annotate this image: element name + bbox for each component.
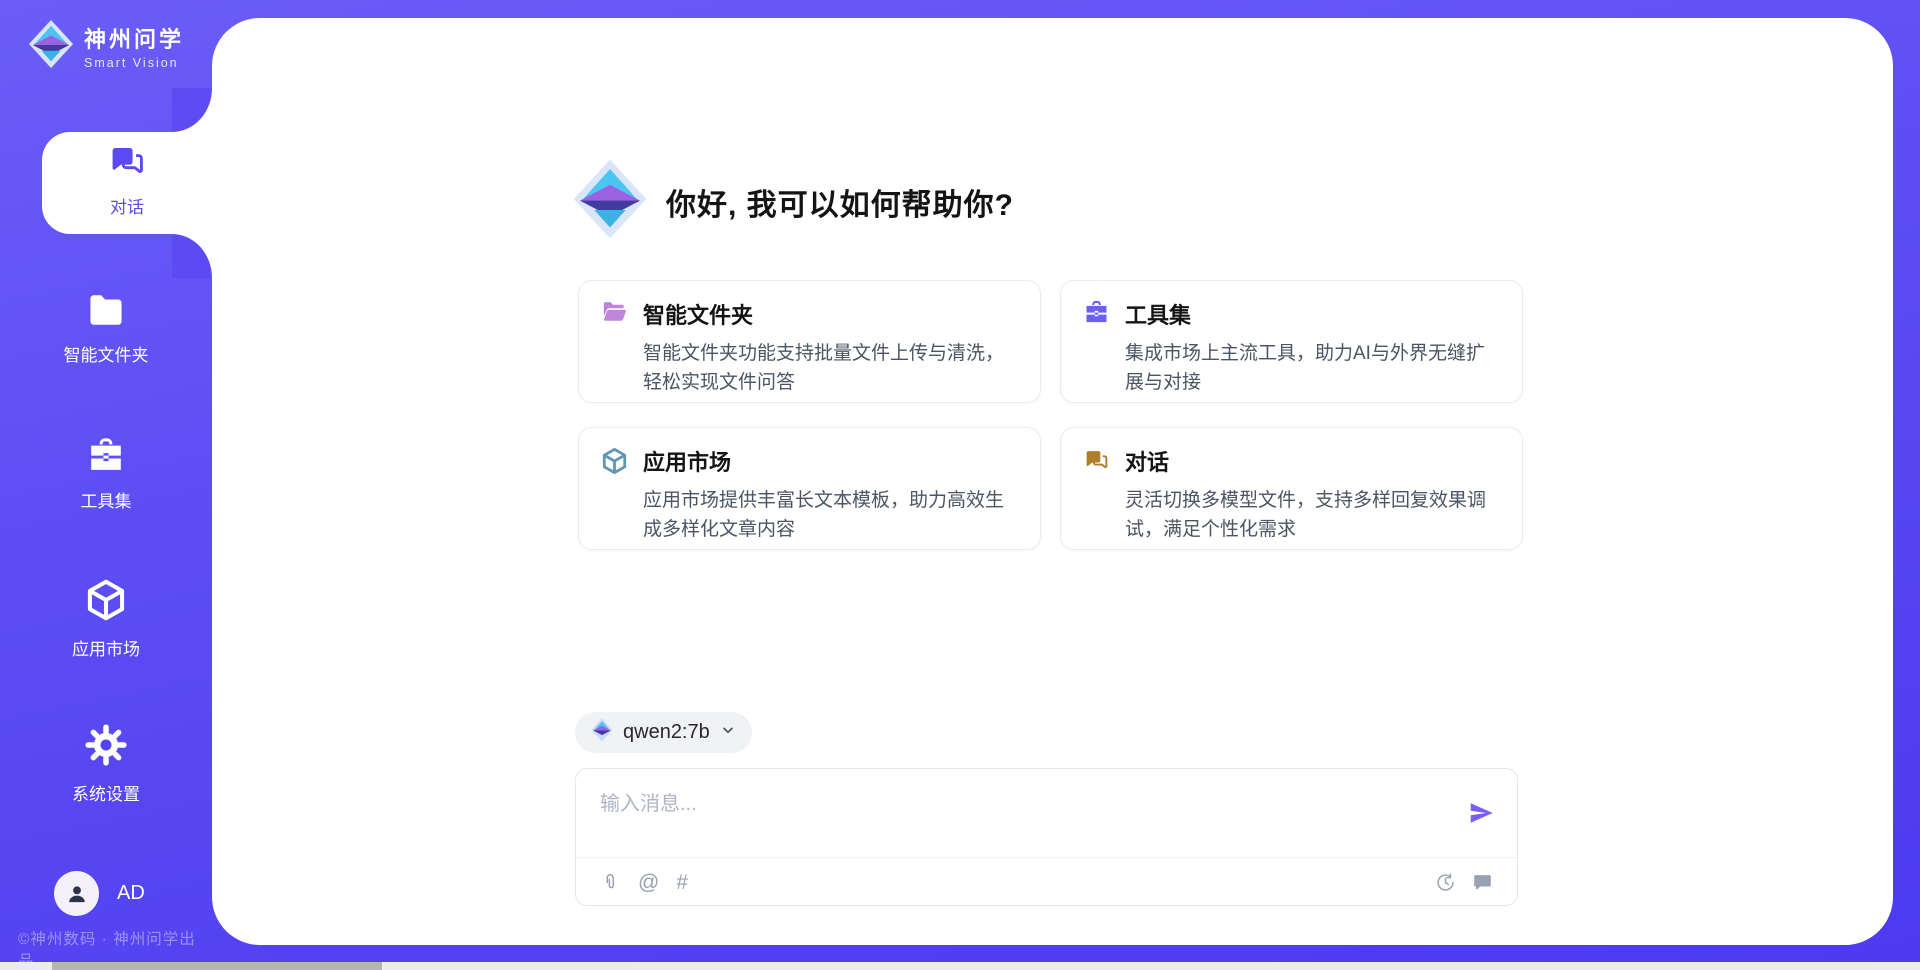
sidebar-item-label: 系统设置 bbox=[0, 780, 212, 805]
sidebar-item-label: 工具集 bbox=[0, 487, 212, 512]
greeting-title: 你好, 我可以如何帮助你? bbox=[666, 180, 1014, 224]
message-icon[interactable] bbox=[1472, 872, 1493, 893]
sidebar-item-label: 应用市场 bbox=[0, 635, 212, 660]
at-icon[interactable]: @ bbox=[638, 872, 659, 893]
user-account[interactable]: AD bbox=[54, 871, 145, 916]
paperclip-icon[interactable] bbox=[600, 872, 621, 893]
horizontal-scrollbar bbox=[0, 962, 1920, 970]
card-title: 应用市场 bbox=[643, 450, 731, 475]
bump-curve-bottom bbox=[172, 234, 212, 278]
app-screen: 神州问学 Smart Vision 对话 智能文件夹 bbox=[0, 0, 1920, 970]
sidebar-item-label: 对话 bbox=[42, 193, 212, 218]
message-input[interactable] bbox=[600, 787, 1440, 849]
card-description: 集成市场上主流工具，助力AI与外界无缝扩展与对接 bbox=[1125, 339, 1500, 397]
feature-cards: 智能文件夹 智能文件夹功能支持批量文件上传与清洗，轻松实现文件问答 工具集 集成… bbox=[578, 280, 1523, 550]
cube-icon bbox=[601, 445, 628, 532]
card-description: 应用市场提供丰富长文本模板，助力高效生成多样化文章内容 bbox=[643, 486, 1018, 544]
card-description: 灵活切换多模型文件，支持多样回复效果调试，满足个性化需求 bbox=[1125, 486, 1500, 544]
toolbar-left: @ # bbox=[600, 872, 688, 893]
sidebar-item-app-market[interactable]: 应用市场 bbox=[0, 578, 212, 660]
brand-diamond-logo-icon bbox=[28, 18, 74, 75]
card-app-market[interactable]: 应用市场 应用市场提供丰富长文本模板，助力高效生成多样化文章内容 bbox=[578, 427, 1041, 550]
sidebar-item-smart-folder[interactable]: 智能文件夹 bbox=[0, 292, 212, 366]
brand: 神州问学 Smart Vision bbox=[28, 18, 212, 75]
user-name: AD bbox=[117, 882, 145, 905]
card-body: 应用市场 应用市场提供丰富长文本模板，助力高效生成多样化文章内容 bbox=[643, 445, 1018, 532]
card-title: 智能文件夹 bbox=[643, 303, 753, 328]
chat-icon bbox=[1083, 445, 1110, 532]
sidebar-item-toolset[interactable]: 工具集 bbox=[0, 437, 212, 512]
model-name: qwen2:7b bbox=[623, 721, 710, 744]
bump-curve-top bbox=[172, 88, 212, 132]
model-diamond-logo-icon bbox=[591, 718, 613, 747]
chat-icon bbox=[107, 142, 147, 185]
sidebar: 神州问学 Smart Vision 对话 智能文件夹 bbox=[0, 0, 212, 970]
card-body: 对话 灵活切换多模型文件，支持多样回复效果调试，满足个性化需求 bbox=[1125, 445, 1500, 532]
card-body: 智能文件夹 智能文件夹功能支持批量文件上传与清洗，轻松实现文件问答 bbox=[643, 298, 1018, 385]
card-toolset[interactable]: 工具集 集成市场上主流工具，助力AI与外界无缝扩展与对接 bbox=[1060, 280, 1523, 403]
brand-text: 神州问学 Smart Vision bbox=[84, 22, 212, 72]
card-chat[interactable]: 对话 灵活切换多模型文件，支持多样回复效果调试，满足个性化需求 bbox=[1060, 427, 1523, 550]
sidebar-item-label: 智能文件夹 bbox=[0, 341, 212, 366]
folder-icon bbox=[86, 292, 126, 333]
greeting-diamond-logo-icon bbox=[572, 158, 648, 245]
card-title: 工具集 bbox=[1125, 303, 1191, 328]
card-description: 智能文件夹功能支持批量文件上传与清洗，轻松实现文件问答 bbox=[643, 339, 1018, 397]
card-body: 工具集 集成市场上主流工具，助力AI与外界无缝扩展与对接 bbox=[1125, 298, 1500, 385]
send-icon[interactable] bbox=[1467, 799, 1495, 827]
greeting: 你好, 我可以如何帮助你? bbox=[572, 158, 1014, 245]
briefcase-icon bbox=[1083, 298, 1110, 385]
cube-icon bbox=[85, 578, 127, 627]
horizontal-scrollbar-thumb[interactable] bbox=[52, 962, 382, 970]
toolbar-right bbox=[1435, 872, 1493, 893]
message-composer: @ # bbox=[575, 768, 1518, 906]
hash-icon[interactable]: # bbox=[676, 872, 688, 893]
folder-open-icon bbox=[601, 298, 628, 385]
avatar bbox=[54, 871, 99, 916]
sidebar-item-settings[interactable]: 系统设置 bbox=[0, 723, 212, 805]
gear-icon bbox=[84, 723, 128, 772]
chevron-down-icon bbox=[720, 722, 736, 743]
card-smart-folder[interactable]: 智能文件夹 智能文件夹功能支持批量文件上传与清洗，轻松实现文件问答 bbox=[578, 280, 1041, 403]
history-icon[interactable] bbox=[1435, 872, 1456, 893]
card-title: 对话 bbox=[1125, 450, 1169, 475]
model-selector[interactable]: qwen2:7b bbox=[575, 712, 752, 753]
composer-toolbar: @ # bbox=[600, 858, 1493, 906]
brand-name: 神州问学 bbox=[84, 27, 184, 52]
brand-subtitle: Smart Vision bbox=[84, 56, 179, 70]
briefcase-icon bbox=[86, 437, 126, 479]
sidebar-item-chat[interactable]: 对话 bbox=[42, 142, 212, 218]
